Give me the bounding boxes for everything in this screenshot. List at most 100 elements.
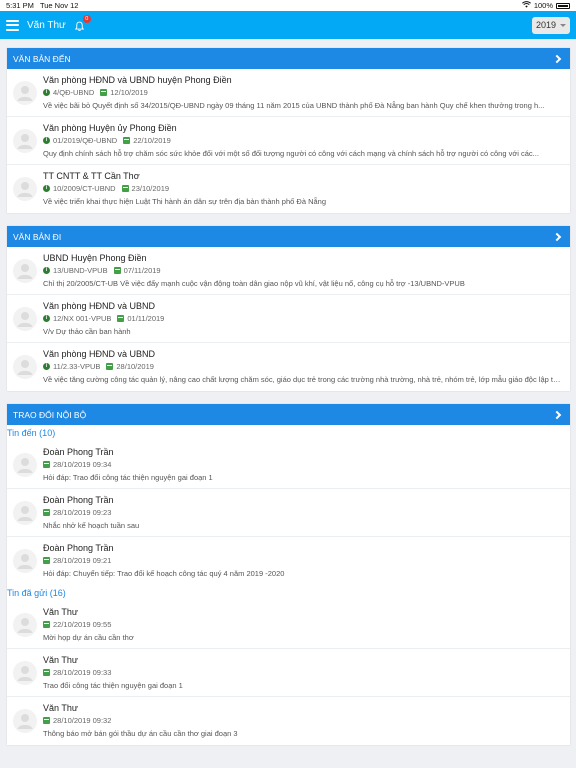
avatar (13, 177, 37, 201)
calendar-icon (106, 363, 114, 370)
doc-date: 07/11/2019 (123, 266, 161, 275)
sent-list: Văn Thư 22/10/2019 09:55 Mời họp dự án cầu… (7, 601, 570, 745)
info-icon: i (43, 315, 50, 322)
message-item[interactable]: Đoàn Phong Trần 28/10/2019 09:21 Hỏi đáp: … (7, 537, 570, 585)
status-time: 5:31 PM (6, 1, 34, 10)
info-icon: i (43, 137, 50, 144)
avatar (13, 661, 37, 685)
message-subject: Trao đổi công tác thiện nguyện gai đoạn … (43, 681, 183, 690)
message-item[interactable]: Đoàn Phong Trần 28/10/2019 09:23 Nhắc nhở … (7, 489, 570, 537)
info-icon: i (43, 267, 50, 274)
outgoing-docs-header[interactable]: VĂN BẢN ĐI (7, 226, 570, 247)
list-item[interactable]: UBND Huyện Phong Điền i 13/UBND-VPUB 07/11/… (7, 247, 570, 295)
sender-name: Văn Thư (43, 703, 78, 713)
message-item[interactable]: Văn Thư 28/10/2019 09:33 Trao đổi công tác… (7, 649, 570, 697)
incoming-docs-header[interactable]: VĂN BẢN ĐẾN (7, 48, 570, 69)
list-item[interactable]: Văn phòng HĐND và UBND huyện Phong Điền i… (7, 69, 570, 117)
sender-name: Đoàn Phong Trần (43, 543, 114, 553)
message-subject: Hỏi đáp: Chuyển tiếp: Trao đổi kế hoạch … (43, 569, 285, 578)
item-meta: i 4/QĐ-UBND 12/10/2019 (43, 87, 564, 98)
doc-number: 01/2019/QĐ-UBND (53, 136, 118, 145)
calendar-icon (43, 557, 50, 564)
avatar (13, 259, 37, 283)
item-body: TT CNTT & TT Cần Thơ i 10/2009/CT-UBND 23/1… (43, 171, 564, 206)
doc-number: 12/NX 001-VPUB (53, 314, 112, 323)
calendar-icon (100, 89, 108, 96)
item-meta: i 11/2.33-VPUB 28/10/2019 (43, 361, 564, 372)
doc-date: 28/10/2019 (116, 362, 154, 371)
item-body: UBND Huyện Phong Điền i 13/UBND-VPUB 07/11/… (43, 253, 564, 288)
message-date: 28/10/2019 09:21 (53, 556, 112, 565)
user-name: Văn Thư (27, 19, 66, 31)
info-icon: i (43, 185, 50, 192)
item-body: Đoàn Phong Trần 28/10/2019 09:23 Nhắc nhở … (43, 495, 564, 530)
year-value: 2019 (536, 20, 557, 30)
list-item[interactable]: Văn phòng HĐND và UBND i 11/2.33-VPUB 28/10… (7, 343, 570, 391)
item-body: Văn Thư 22/10/2019 09:55 Mời họp dự án cầu… (43, 607, 564, 642)
item-body: Văn phòng HĐND và UBND i 11/2.33-VPUB 28/10… (43, 349, 564, 384)
sender-name: Đoàn Phong Trần (43, 495, 114, 505)
notification-bell-icon[interactable]: 0 (74, 15, 91, 31)
item-title: Văn phòng HĐND và UBND (43, 301, 156, 311)
sender-name: Đoàn Phong Trần (43, 447, 114, 457)
avatar (13, 355, 37, 379)
sender-name: Văn Thư (43, 607, 78, 617)
avatar (13, 613, 37, 637)
status-right: 100% (521, 1, 570, 10)
item-title: Văn phòng HĐND và UBND huyện Phong Điền (43, 75, 232, 85)
chevron-right-icon (552, 410, 562, 419)
message-item[interactable]: Văn Thư 28/10/2019 09:32 Thông báo mở bán … (7, 697, 570, 745)
avatar (13, 129, 37, 153)
avatar (13, 501, 37, 525)
app-bar: Văn Thư 0 2019 (0, 11, 576, 39)
avatar (13, 549, 37, 573)
item-body: Văn Thư 28/10/2019 09:33 Trao đổi công tác… (43, 655, 564, 690)
item-title: TT CNTT & TT Cần Thơ (43, 171, 140, 181)
message-item[interactable]: Đoàn Phong Trần 28/10/2019 09:34 Hỏi đáp: … (7, 441, 570, 489)
section-title: VĂN BẢN ĐI (13, 231, 62, 242)
calendar-icon (113, 267, 121, 274)
doc-date: 01/11/2019 (127, 314, 165, 323)
battery-icon (556, 2, 570, 9)
message-item[interactable]: Văn Thư 22/10/2019 09:55 Mời họp dự án cầu… (7, 601, 570, 649)
outgoing-list: UBND Huyện Phong Điền i 13/UBND-VPUB 07/11/… (7, 247, 570, 391)
wifi-icon (521, 1, 531, 10)
item-meta: 28/10/2019 09:21 (43, 555, 564, 566)
calendar-icon (123, 137, 131, 144)
message-subject: Hỏi đáp: Trao đổi công tác thiện nguyện … (43, 473, 213, 482)
chevron-right-icon (552, 54, 562, 63)
sent-messages-label[interactable]: Tin đã gửi (16) (7, 585, 570, 601)
item-meta: i 12/NX 001-VPUB 01/11/2019 (43, 313, 564, 324)
item-body: Đoàn Phong Trần 28/10/2019 09:21 Hỏi đáp: … (43, 543, 564, 578)
incoming-docs-section: VĂN BẢN ĐẾN Văn phòng HĐND và UBND huyện… (7, 48, 570, 213)
calendar-icon (43, 717, 50, 724)
doc-number: 4/QĐ-UBND (53, 88, 95, 97)
incoming-list: Văn phòng HĐND và UBND huyện Phong Điền i… (7, 69, 570, 213)
item-description: Quy định chính sách hỗ trợ chăm sóc sức … (43, 149, 539, 158)
list-item[interactable]: Văn phòng HĐND và UBND i 12/NX 001-VPUB 01/… (7, 295, 570, 343)
info-icon: i (43, 363, 50, 370)
status-date: Tue Nov 12 (39, 1, 79, 10)
internal-exchange-header[interactable]: TRAO ĐỔI NỘI BỘ (7, 404, 570, 425)
list-item[interactable]: TT CNTT & TT Cần Thơ i 10/2009/CT-UBND 23/1… (7, 165, 570, 213)
message-date: 28/10/2019 09:32 (53, 716, 112, 725)
message-date: 28/10/2019 09:23 (53, 508, 112, 517)
avatar (13, 307, 37, 331)
item-description: V/v Dự thảo cần ban hành (43, 327, 131, 336)
list-item[interactable]: Văn phòng Huyện ủy Phong Điền i 01/2019/QĐ… (7, 117, 570, 165)
item-meta: i 01/2019/QĐ-UBND 22/10/2019 (43, 135, 564, 146)
calendar-icon (117, 315, 125, 322)
item-description: Về việc bãi bỏ Quyết định số 34/2015/QĐ-… (43, 101, 545, 110)
menu-icon[interactable] (6, 19, 19, 31)
avatar (13, 709, 37, 733)
chevron-right-icon (552, 232, 562, 241)
doc-number: 10/2009/CT-UBND (53, 184, 116, 193)
section-title: TRAO ĐỔI NỘI BỘ (13, 409, 87, 420)
item-description: Chỉ thị 20/2005/CT-UB Về việc đẩy mạnh c… (43, 279, 465, 288)
received-messages-label[interactable]: Tin đến (10) (7, 425, 570, 441)
item-description: Về việc tăng cường công tác quản lý, nân… (43, 375, 564, 384)
message-date: 28/10/2019 09:33 (53, 668, 112, 677)
year-select[interactable]: 2019 (532, 16, 570, 34)
doc-number: 13/UBND-VPUB (53, 266, 108, 275)
outgoing-docs-section: VĂN BẢN ĐI UBND Huyện Phong Điền i 13/UBND… (7, 226, 570, 391)
